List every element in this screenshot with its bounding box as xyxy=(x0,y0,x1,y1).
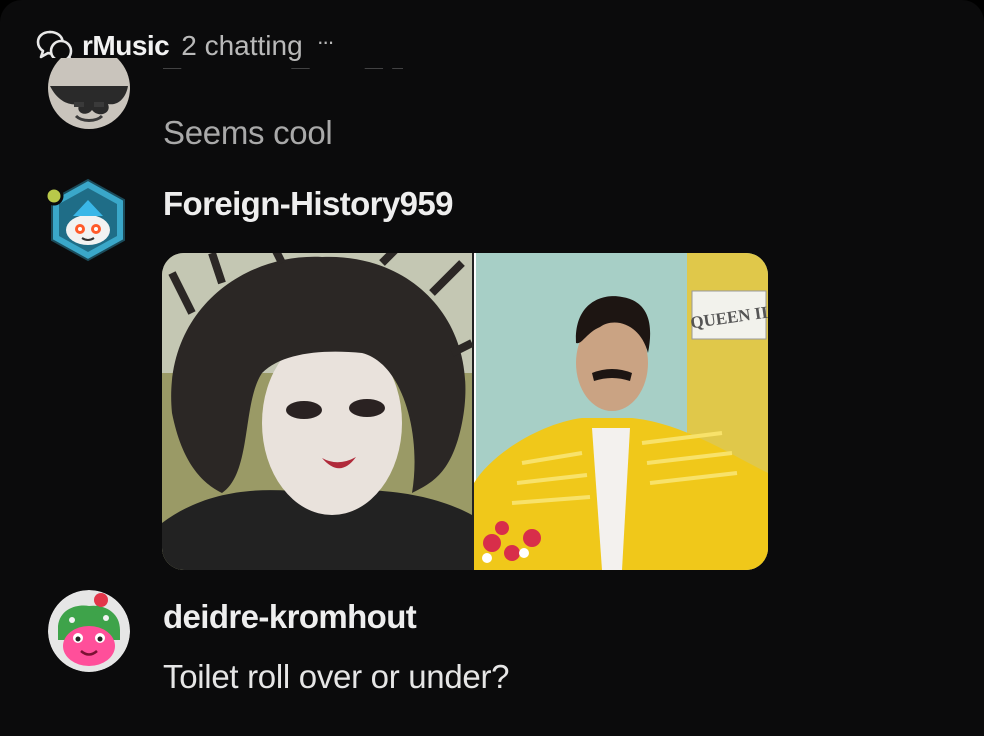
message-text: Seems cool xyxy=(163,114,333,151)
avatar[interactable] xyxy=(48,58,130,132)
avatar[interactable] xyxy=(40,176,128,264)
username-cut-off: ‒ ‒ ‒ ‒ xyxy=(163,68,403,98)
avatar-image xyxy=(48,58,130,132)
snoo-robot-icon xyxy=(44,178,125,262)
message-text: Toilet roll over or under? xyxy=(163,658,510,695)
shared-image[interactable]: QUEEN II xyxy=(162,253,768,570)
online-indicator xyxy=(44,186,64,206)
message-username[interactable]: deidre-kromhout xyxy=(163,598,417,636)
more-options-icon[interactable]: ··· xyxy=(317,29,335,55)
chat-window: rMusic 2 chatting ··· ‒ ‒ ‒ ‒ Seems cool xyxy=(0,0,984,736)
green-frog-icon xyxy=(48,590,130,672)
image-collage: QUEEN II xyxy=(162,253,768,570)
chatting-count: 2 chatting xyxy=(181,30,303,61)
avatar[interactable] xyxy=(48,590,130,672)
message-username[interactable]: Foreign-History959 xyxy=(163,185,454,223)
